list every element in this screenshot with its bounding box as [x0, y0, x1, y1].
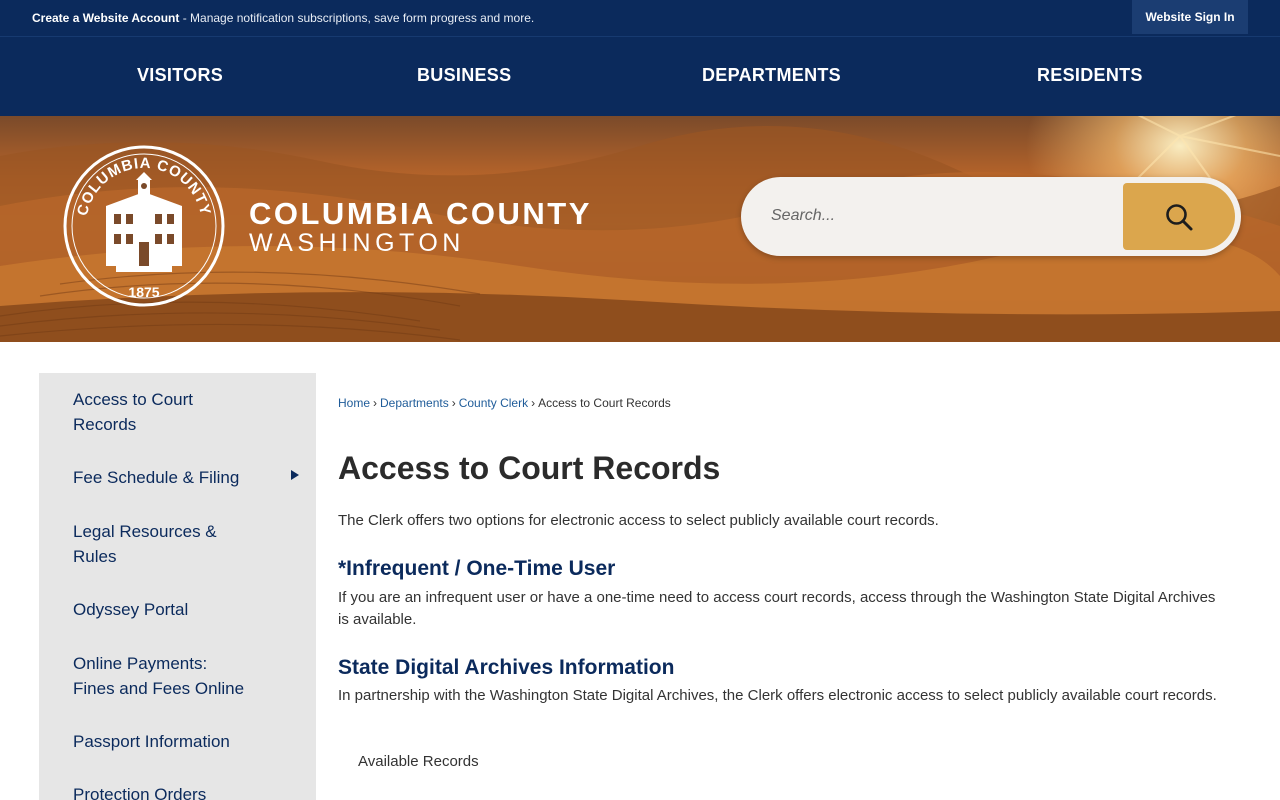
- site-search: [741, 177, 1241, 256]
- sidebar-item-label: Online Payments:: [73, 654, 208, 673]
- infrequent-user-heading: *Infrequent / One-Time User: [338, 557, 616, 580]
- breadcrumb-current-page: Access to Court Records: [538, 396, 671, 410]
- breadcrumb-separator: ›: [531, 396, 536, 410]
- website-sign-in-button[interactable]: Website Sign In: [1132, 0, 1248, 34]
- sidebar-item-label: Protection Orders: [73, 785, 207, 800]
- sidebar-item-label: Records: [73, 415, 137, 434]
- search-input[interactable]: [771, 201, 1111, 231]
- create-account-link[interactable]: Create a Website Account: [32, 11, 179, 25]
- sidebar-item-legal-resources[interactable]: Legal Resources & Rules: [73, 519, 273, 569]
- breadcrumb-county-clerk-link[interactable]: County Clerk: [459, 396, 528, 410]
- page-title: Access to Court Records: [338, 450, 721, 486]
- sidebar-item-label: Rules: [73, 547, 117, 566]
- sidebar-item-fee-schedule[interactable]: Fee Schedule & Filing: [73, 465, 273, 490]
- available-records-label: Available Records: [358, 753, 479, 770]
- create-account-description: - Manage notification subscriptions, sav…: [179, 11, 535, 25]
- sidebar-item-odyssey-portal[interactable]: Odyssey Portal: [73, 597, 273, 622]
- breadcrumb-home-link[interactable]: Home: [338, 396, 370, 410]
- infrequent-user-paragraph: If you are an infrequent user or have a …: [338, 589, 1216, 628]
- search-button[interactable]: [1123, 183, 1235, 250]
- utility-bar: Create a Website Account - Manage notifi…: [0, 0, 1280, 36]
- svg-text:1875: 1875: [128, 284, 159, 300]
- sidebar-item-passport-information[interactable]: Passport Information: [73, 729, 273, 754]
- sidebar-item-protection-orders[interactable]: Protection Orders: [73, 782, 273, 800]
- nav-business[interactable]: BUSINESS: [417, 65, 511, 86]
- breadcrumb-departments-link[interactable]: Departments: [380, 396, 449, 410]
- state-digital-archives-heading: State Digital Archives Information: [338, 656, 675, 679]
- breadcrumb-separator: ›: [373, 396, 378, 410]
- nav-residents[interactable]: RESIDENTS: [1037, 65, 1143, 86]
- expand-arrow-icon[interactable]: [291, 470, 299, 480]
- breadcrumb: Home › Departments › County Clerk › Access to …: [338, 396, 671, 410]
- state-digital-archives-paragraph: In partnership with the Washington State…: [338, 687, 1217, 704]
- intro-paragraph: The Clerk offers two options for electro…: [338, 512, 939, 529]
- main-navigation: VISITORS BUSINESS DEPARTMENTS RESIDENTS: [0, 36, 1280, 116]
- hero-banner: COLUMBIA COUNTY 1875 COLUMBIA COUNTY WAS…: [0, 116, 1280, 342]
- nav-departments[interactable]: DEPARTMENTS: [702, 65, 841, 86]
- county-name-heading: COLUMBIA COUNTY: [249, 196, 592, 231]
- sidebar-item-label: Legal Resources &: [73, 522, 217, 541]
- create-account-promo[interactable]: Create a Website Account - Manage notifi…: [32, 11, 534, 25]
- nav-visitors[interactable]: VISITORS: [137, 65, 223, 86]
- sidebar-item-label: Passport Information: [73, 732, 230, 751]
- search-icon: [1166, 203, 1193, 230]
- county-state-subheading: WASHINGTON: [249, 229, 465, 257]
- sidebar-item-label: Fines and Fees Online: [73, 679, 245, 698]
- sidebar-item-online-payments[interactable]: Online Payments: Fines and Fees Online: [73, 651, 303, 701]
- county-seal-logo[interactable]: COLUMBIA COUNTY 1875: [62, 144, 226, 308]
- sidebar-item-label: Odyssey Portal: [73, 600, 189, 619]
- section-sidebar-nav: Access to Court Records Fee Schedule & F…: [39, 373, 316, 800]
- sidebar-item-label: Access to Court: [73, 390, 193, 409]
- breadcrumb-separator: ›: [451, 396, 456, 410]
- sidebar-item-access-to-court-records[interactable]: Access to Court Records: [73, 387, 273, 437]
- sidebar-item-label: Fee Schedule & Filing: [73, 468, 240, 487]
